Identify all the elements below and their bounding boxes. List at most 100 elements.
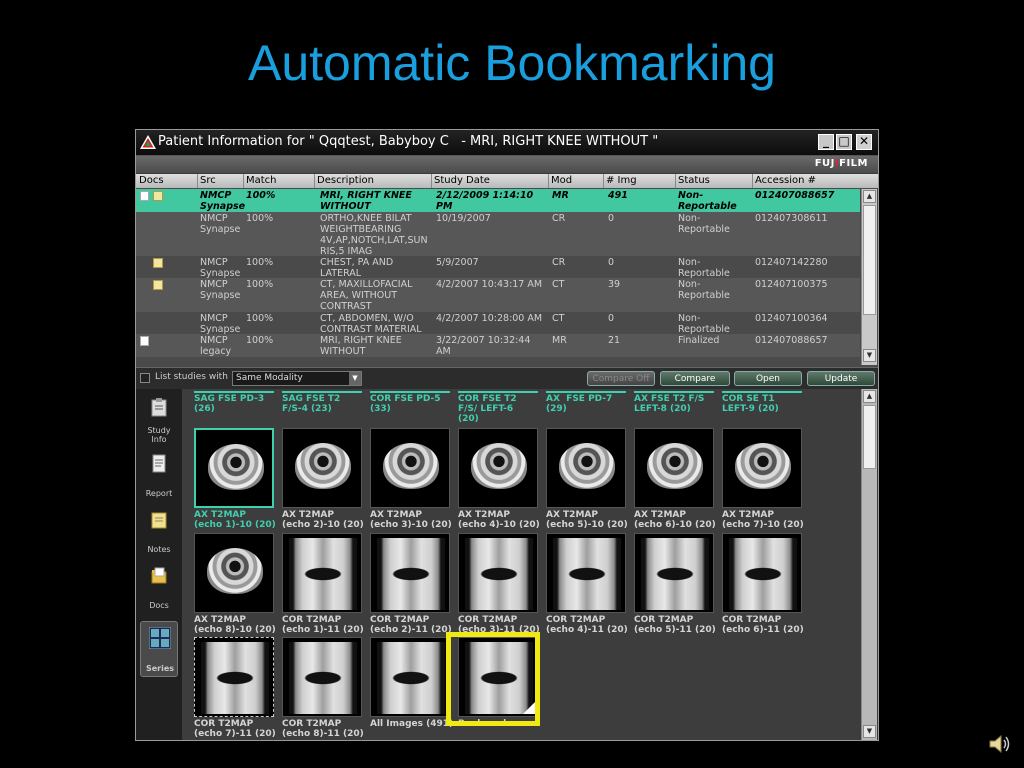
series-thumbnail[interactable] bbox=[194, 533, 274, 613]
compare-button[interactable]: Compare bbox=[660, 371, 730, 386]
column-divider[interactable] bbox=[314, 174, 315, 188]
sidebar-item-docs[interactable]: Docs bbox=[140, 561, 178, 613]
series-caption: COR T2MAP (echo 2)-11 (20) bbox=[370, 615, 452, 635]
axial-mri-image bbox=[735, 443, 791, 489]
series-thumbnail[interactable] bbox=[546, 428, 626, 508]
series-thumbnail[interactable] bbox=[370, 428, 450, 508]
series-thumbnail[interactable] bbox=[282, 533, 362, 613]
series-label[interactable]: SAG FSE T2 F/S-4 (23) bbox=[282, 394, 340, 414]
series-thumbnail[interactable] bbox=[194, 637, 274, 717]
table-cell-match: 100% bbox=[246, 190, 276, 201]
minimize-button[interactable]: _ bbox=[818, 134, 834, 150]
series-thumbnail[interactable] bbox=[722, 428, 802, 508]
sidebar-item-study-info[interactable]: Study Info bbox=[140, 392, 178, 444]
maximize-button[interactable]: □ bbox=[836, 134, 852, 150]
note-icon[interactable] bbox=[153, 258, 163, 268]
table-row[interactable]: NMCP Synapse 100% CHEST, PA AND LATERAL 5/9… bbox=[136, 256, 860, 279]
table-row[interactable]: NMCP Synapse 100% ORTHO,KNEE BILAT WEIGHTB… bbox=[136, 212, 860, 257]
table-row[interactable]: NMCP Synapse 100% MRI, RIGHT KNEE WITHOUT 2… bbox=[136, 189, 860, 212]
series-label[interactable]: AX FSE PD-7 (29) bbox=[546, 394, 612, 414]
sidebar-label-study-info: Study Info bbox=[147, 426, 171, 444]
window-titlebar[interactable]: Patient Information for " Qqqtest, Babyb… bbox=[136, 130, 878, 156]
column-divider[interactable] bbox=[752, 174, 753, 188]
column-divider[interactable] bbox=[197, 174, 198, 188]
column-header[interactable]: Src bbox=[200, 175, 216, 186]
coronal-mri-image bbox=[201, 642, 269, 714]
scroll-down-arrow-icon[interactable]: ▼ bbox=[863, 349, 876, 362]
column-header[interactable]: Docs bbox=[139, 175, 164, 186]
modality-select[interactable]: Same Modality ▼ bbox=[232, 371, 362, 386]
column-header[interactable]: Study Date bbox=[434, 175, 490, 186]
series-scrollbar[interactable]: ▲ ▼ bbox=[861, 389, 877, 740]
column-header[interactable]: Match bbox=[246, 175, 277, 186]
series-divider bbox=[458, 391, 538, 393]
table-cell-mod: CR bbox=[552, 257, 566, 268]
column-header[interactable]: # Img bbox=[606, 175, 637, 186]
document-icon[interactable] bbox=[140, 336, 149, 346]
speaker-icon[interactable] bbox=[988, 732, 1012, 756]
table-row[interactable]: NMCP Synapse 100% CT, MAXILLOFACIAL AREA, … bbox=[136, 278, 860, 312]
sidebar-label-docs: Docs bbox=[149, 601, 169, 610]
scroll-thumb[interactable] bbox=[863, 205, 876, 315]
series-thumbnail[interactable] bbox=[458, 533, 538, 613]
series-thumbnail[interactable] bbox=[634, 428, 714, 508]
table-row[interactable]: NMCP Synapse 100% CT, ABDOMEN, W/O CONTRAS… bbox=[136, 312, 860, 335]
series-thumbnail[interactable] bbox=[634, 533, 714, 613]
series-scroll-down-icon[interactable]: ▼ bbox=[863, 725, 876, 738]
column-divider[interactable] bbox=[603, 174, 604, 188]
column-header[interactable]: Accession # bbox=[755, 175, 816, 186]
table-cell-desc: CHEST, PA AND LATERAL bbox=[320, 257, 394, 279]
series-label[interactable]: SAG FSE PD-3 (26) bbox=[194, 394, 264, 414]
series-label[interactable]: COR FSE T2 F/S/ LEFT-6 (20) bbox=[458, 394, 517, 424]
column-header[interactable]: Mod bbox=[551, 175, 572, 186]
sidebar-item-series[interactable]: Series bbox=[140, 621, 178, 677]
table-cell-src: NMCP Synapse bbox=[200, 279, 241, 301]
table-cell-acc: 012407088657 bbox=[755, 335, 828, 346]
table-cell-date: 10/19/2007 bbox=[436, 213, 491, 224]
table-cell-match: 100% bbox=[246, 313, 274, 324]
series-thumbnail[interactable] bbox=[458, 428, 538, 508]
series-thumbnail[interactable] bbox=[370, 637, 450, 717]
column-divider[interactable] bbox=[431, 174, 432, 188]
studies-scrollbar[interactable]: ▲ ▼ bbox=[861, 189, 877, 365]
series-thumbnail[interactable] bbox=[546, 533, 626, 613]
series-thumbnail[interactable] bbox=[282, 428, 362, 508]
update-button[interactable]: Update bbox=[807, 371, 875, 386]
column-divider[interactable] bbox=[675, 174, 676, 188]
column-divider[interactable] bbox=[548, 174, 549, 188]
table-cell-status: Non- Reportable bbox=[678, 257, 730, 279]
close-button[interactable]: ✕ bbox=[856, 134, 872, 150]
series-thumbnail[interactable] bbox=[282, 637, 362, 717]
column-header[interactable]: Status bbox=[678, 175, 710, 186]
table-row[interactable]: NMCP legacy 100% MRI, RIGHT KNEE WITHOUT 3/… bbox=[136, 334, 860, 357]
series-thumbnail[interactable] bbox=[722, 533, 802, 613]
series-scroll-thumb[interactable] bbox=[863, 405, 876, 469]
compare-off-button[interactable]: Compare Off bbox=[587, 371, 655, 386]
table-cell-acc: 012407088657 bbox=[755, 190, 835, 201]
column-divider[interactable] bbox=[243, 174, 244, 188]
chevron-down-icon[interactable]: ▼ bbox=[349, 372, 361, 385]
series-thumbnail[interactable] bbox=[194, 428, 274, 508]
series-label[interactable]: AX FSE T2 F/S LEFT-8 (20) bbox=[634, 394, 704, 414]
coronal-mri-image bbox=[289, 642, 357, 714]
table-cell-status: Finalized bbox=[678, 335, 720, 346]
sidebar-item-report[interactable]: Report bbox=[140, 449, 178, 501]
studies-table: Docs Src Match Description Study Date Mod # Im… bbox=[136, 174, 878, 394]
table-cell-src: NMCP Synapse bbox=[200, 257, 241, 279]
series-thumbnail[interactable] bbox=[370, 533, 450, 613]
table-cell-img: 0 bbox=[608, 313, 615, 324]
open-button[interactable]: Open bbox=[734, 371, 802, 386]
patient-info-window: Patient Information for " Qqqtest, Babyb… bbox=[135, 129, 879, 741]
table-cell-date: 2/12/2009 1:14:10 PM bbox=[436, 190, 534, 212]
note-icon[interactable] bbox=[153, 280, 163, 290]
note-icon[interactable] bbox=[153, 191, 163, 201]
series-scroll-up-icon[interactable]: ▲ bbox=[863, 390, 876, 403]
scroll-up-arrow-icon[interactable]: ▲ bbox=[863, 190, 876, 203]
document-icon[interactable] bbox=[140, 191, 149, 201]
column-header[interactable]: Description bbox=[317, 175, 374, 186]
list-studies-checkbox[interactable] bbox=[140, 373, 150, 383]
series-label[interactable]: COR FSE PD-5 (33) bbox=[370, 394, 440, 414]
coronal-mri-image bbox=[377, 642, 445, 714]
series-label[interactable]: COR SE T1 LEFT-9 (20) bbox=[722, 394, 779, 414]
sidebar-item-notes[interactable]: Notes bbox=[140, 505, 178, 557]
